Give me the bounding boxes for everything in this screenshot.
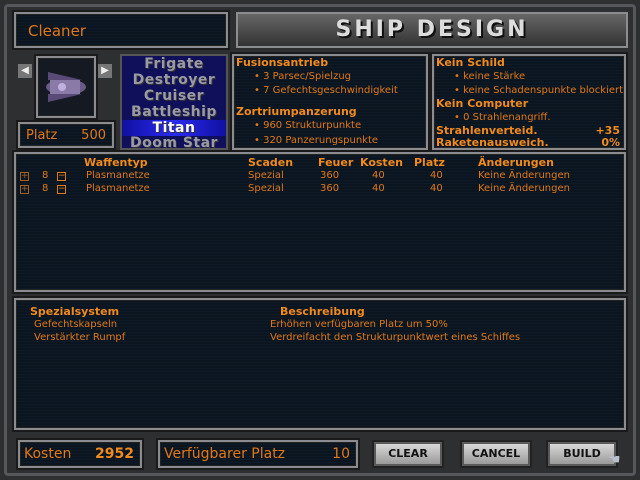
weapon-cost: 40 <box>372 183 385 194</box>
header-fire: Feuer <box>318 156 354 169</box>
shield-info: • keine Stärke <box>454 71 526 82</box>
armor-info: • 320 Panzerungspunkte <box>254 135 379 146</box>
build-button[interactable]: BUILD <box>548 442 616 466</box>
banner-title: SHIP DESIGN <box>335 17 529 42</box>
weapon-mods: Keine Änderungen <box>478 170 570 181</box>
computer-title: Kein Computer <box>436 97 529 110</box>
minus-icon[interactable]: − <box>57 185 66 194</box>
class-destroyer[interactable]: Destroyer <box>122 72 226 88</box>
plus-icon[interactable]: + <box>20 172 29 181</box>
cost-box: Kosten 2952 <box>18 440 142 468</box>
class-battleship[interactable]: Battleship <box>122 104 226 120</box>
weapon-damage: Spezial <box>248 170 284 181</box>
header-mods: Änderungen <box>478 156 554 169</box>
ship-icon <box>46 72 86 102</box>
design-name: Cleaner <box>28 22 86 40</box>
platz-box: Platz 500 <box>18 122 114 148</box>
special-desc: Verdreifacht den Strukturpunktwert eines… <box>270 332 521 343</box>
cancel-button[interactable]: CANCEL <box>462 442 530 466</box>
weapon-damage: Spezial <box>248 183 284 194</box>
space-value: 10 <box>332 446 350 462</box>
weapon-name: Plasmanetze <box>86 183 150 194</box>
weapon-fire: 360 <box>320 183 340 194</box>
platz-label: Platz <box>26 128 58 143</box>
drive-armor-panel[interactable]: Fusionsantrieb • 3 Parsec/Spielzug • 7 G… <box>232 54 428 150</box>
computer-info: • 0 Strahlenangriff. <box>454 112 551 123</box>
header-cost: Kosten <box>360 156 403 169</box>
weapon-fire: 360 <box>320 170 340 181</box>
pointer-cursor-icon: ☚ <box>608 452 621 468</box>
prev-image-arrow[interactable]: ◀ <box>18 64 32 78</box>
cost-value: 2952 <box>95 446 134 462</box>
header-description: Beschreibung <box>280 305 365 318</box>
clear-button[interactable]: CLEAR <box>374 442 442 466</box>
weapon-cost: 40 <box>372 170 385 181</box>
weapon-count: 8 <box>42 183 49 194</box>
plus-icon[interactable]: + <box>20 185 29 194</box>
minus-icon[interactable]: − <box>57 172 66 181</box>
weapon-space: 40 <box>430 183 443 194</box>
special-desc: Erhöhen verfügbaren Platz um 50% <box>270 319 448 330</box>
next-image-arrow[interactable]: ▶ <box>98 64 112 78</box>
specials-panel: Spezialsystem Beschreibung Gefechtskapse… <box>14 298 626 430</box>
header-weapon: Waffentyp <box>84 156 148 169</box>
missile-evasion-value: 0% <box>601 136 620 149</box>
drive-title: Fusionsantrieb <box>236 56 329 69</box>
class-list: Frigate Destroyer Cruiser Battleship Tit… <box>120 54 228 151</box>
header-damage: Scaden <box>248 156 294 169</box>
armor-title: Zortriumpanzerung <box>236 105 357 118</box>
class-titan[interactable]: Titan <box>122 120 226 136</box>
armor-info: • 960 Strukturpunkte <box>254 120 362 131</box>
weapon-row[interactable]: + 8 − Plasmanetze Spezial 360 40 40 Kein… <box>16 183 624 196</box>
special-name[interactable]: Verstärkter Rumpf <box>34 332 125 343</box>
header-space: Platz <box>414 156 445 169</box>
platz-value: 500 <box>81 128 106 143</box>
class-cruiser[interactable]: Cruiser <box>122 88 226 104</box>
weapon-name: Plasmanetze <box>86 170 150 181</box>
shield-title: Kein Schild <box>436 56 505 69</box>
drive-info: • 3 Parsec/Spielzug <box>254 71 352 82</box>
banner: SHIP DESIGN <box>236 12 628 48</box>
weapon-count: 8 <box>42 170 49 181</box>
header-special: Spezialsystem <box>30 305 120 318</box>
ship-image <box>36 56 96 118</box>
shield-computer-panel[interactable]: Kein Schild • keine Stärke • keine Schad… <box>432 54 626 150</box>
shield-info: • keine Schadenspunkte blockiert <box>454 85 624 96</box>
weapons-panel: Waffentyp Scaden Feuer Kosten Platz Ände… <box>14 152 626 292</box>
weapon-space: 40 <box>430 170 443 181</box>
class-doom-star[interactable]: Doom Star <box>122 135 226 151</box>
cost-label: Kosten <box>24 446 72 462</box>
space-label: Verfügbarer Platz <box>164 446 286 462</box>
available-space-box: Verfügbarer Platz 10 <box>158 440 358 468</box>
design-name-field[interactable]: Cleaner <box>14 12 228 48</box>
class-frigate[interactable]: Frigate <box>122 56 226 72</box>
drive-info: • 7 Gefechtsgeschwindigkeit <box>254 85 398 96</box>
weapon-row[interactable]: + 8 − Plasmanetze Spezial 360 40 40 Kein… <box>16 170 624 183</box>
weapon-mods: Keine Änderungen <box>478 183 570 194</box>
missile-evasion-label: Raketenausweich. <box>436 136 549 149</box>
special-name[interactable]: Gefechtskapseln <box>34 319 117 330</box>
